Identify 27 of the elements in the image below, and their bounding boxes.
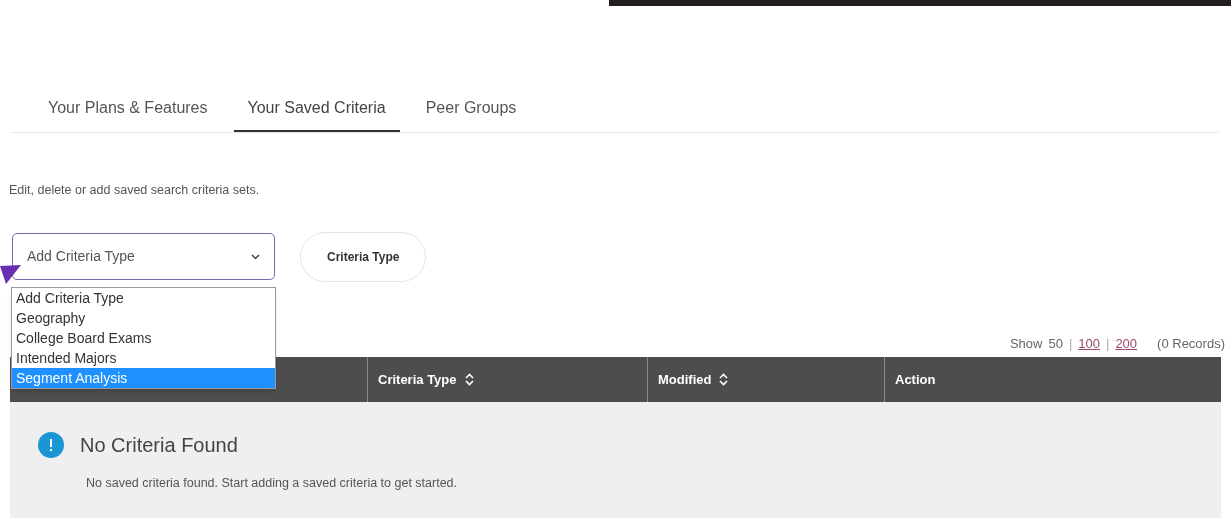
sort-icon: [719, 373, 729, 387]
criteria-type-button[interactable]: Criteria Type: [300, 231, 427, 282]
page-size-link[interactable]: 50: [1048, 333, 1063, 354]
dropdown-option[interactable]: Add Criteria Type: [12, 288, 275, 308]
page-size-link[interactable]: 100: [1078, 333, 1100, 354]
separator: |: [1106, 334, 1110, 353]
dropdown-option[interactable]: Intended Majors: [12, 348, 275, 368]
separator: |: [1068, 334, 1073, 353]
column-header: Action: [895, 371, 936, 389]
column-header[interactable]: Criteria Type: [378, 370, 474, 390]
records-count: (0 Records): [1157, 334, 1225, 353]
page-size-link[interactable]: 200: [1115, 333, 1138, 354]
chevron-down-icon: [251, 253, 260, 260]
sort-icon: [464, 373, 474, 387]
tab[interactable]: Peer Groups: [411, 92, 531, 132]
description-text: Edit, delete or add saved search criteria sets.: [9, 182, 261, 199]
dropdown-option[interactable]: Geography: [12, 308, 275, 328]
dropdown-option[interactable]: College Board Exams: [12, 328, 275, 348]
tab[interactable]: Your Plans & Features: [34, 92, 222, 132]
empty-title: No Criteria Found: [80, 433, 238, 459]
column-header[interactable]: Modified: [658, 370, 729, 390]
tab[interactable]: Your Saved Criteria: [233, 92, 400, 132]
empty-message: No saved criteria found. Start adding a saved criteria to get started.: [86, 475, 459, 493]
arrow-pointer-icon: [0, 264, 22, 286]
info-icon: [38, 432, 64, 459]
criteria-select[interactable]: Add Criteria Type: [12, 233, 275, 281]
show-label: Show: [1009, 334, 1043, 353]
